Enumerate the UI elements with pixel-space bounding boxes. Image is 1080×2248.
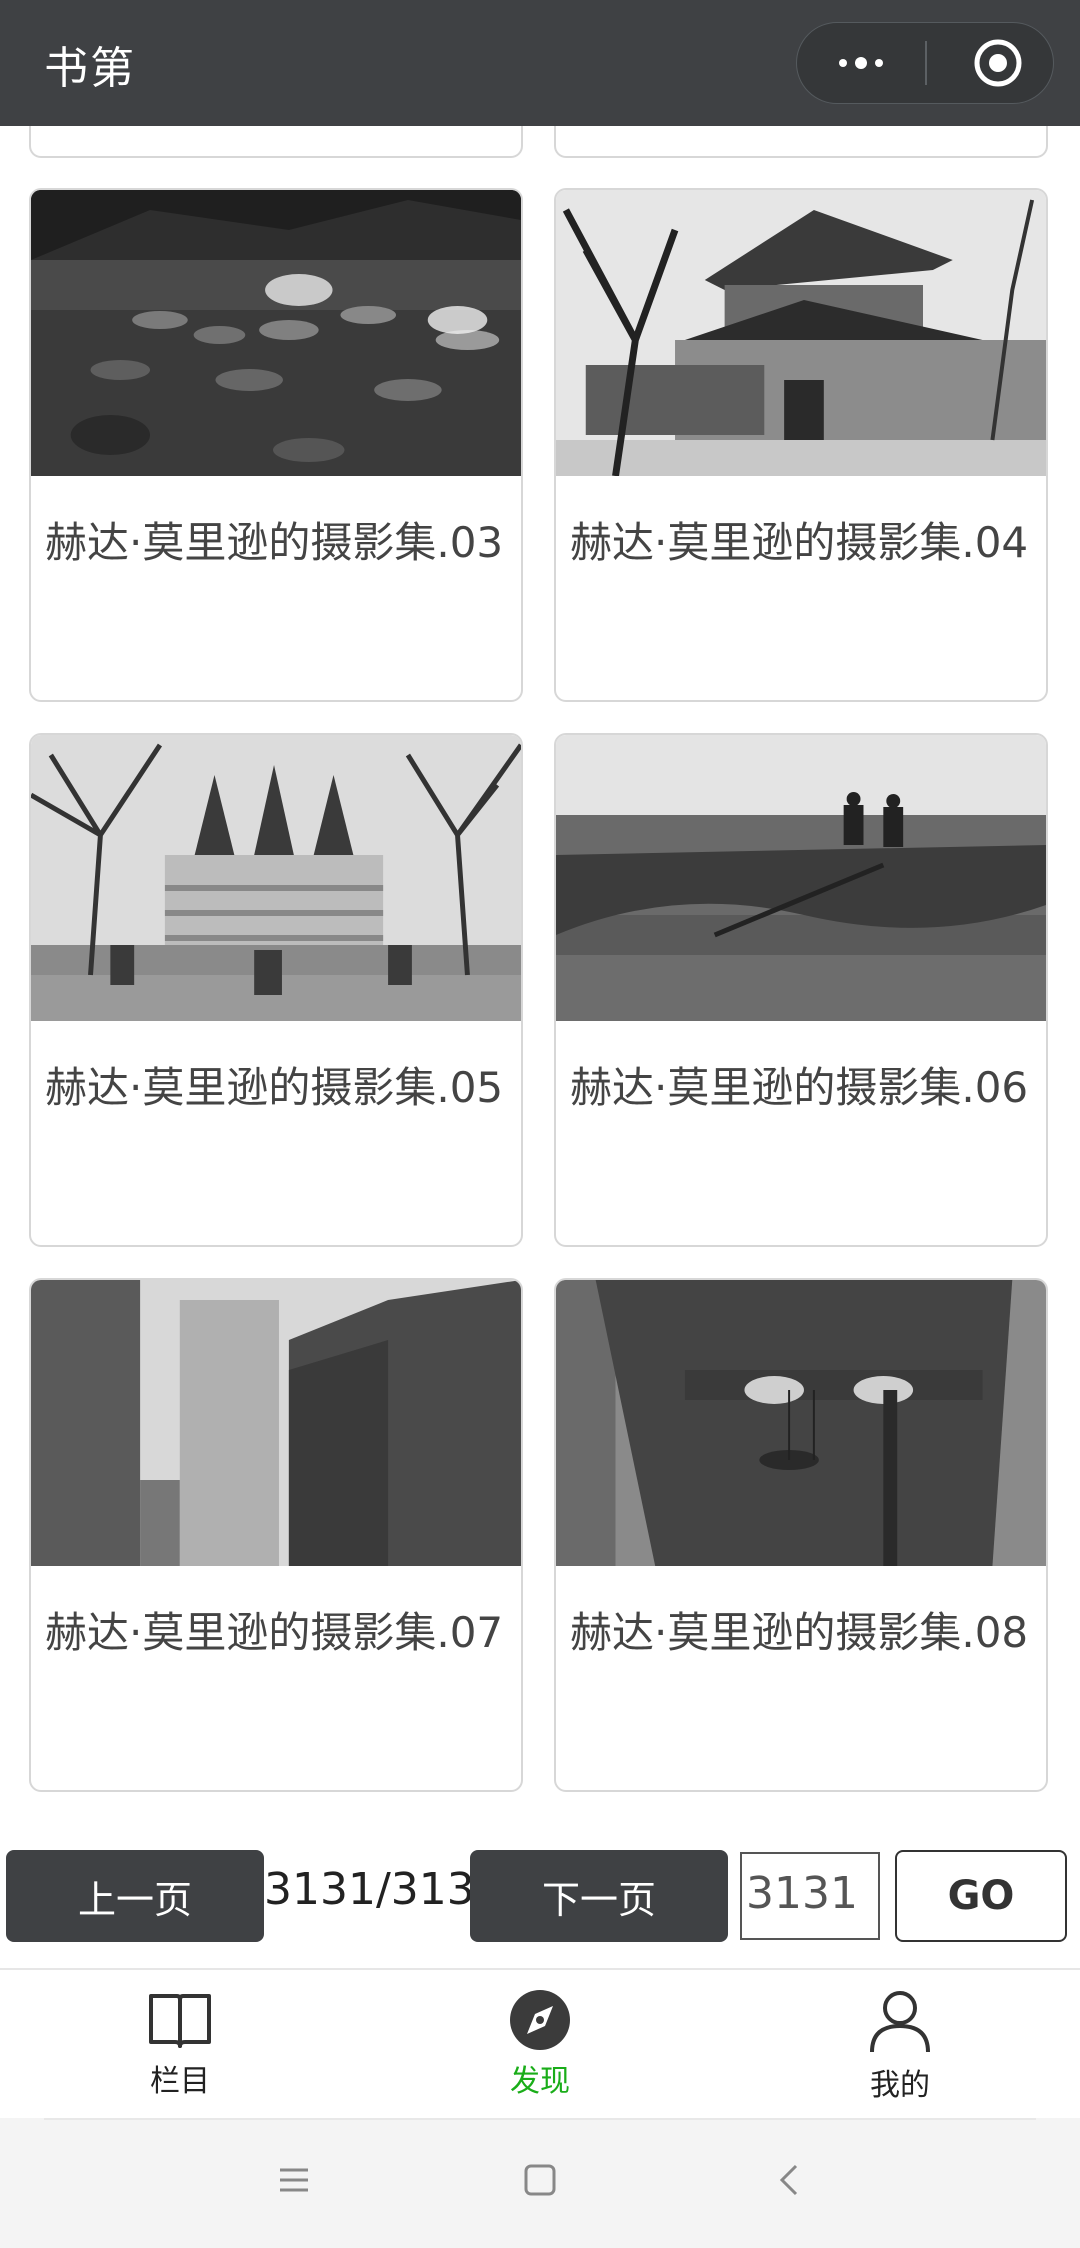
- market-pots-photo: [31, 190, 521, 476]
- album-title: 赫达·莫里逊的摄影集.07: [45, 1608, 504, 1657]
- pavilion-photo: [556, 190, 1046, 476]
- album-card[interactable]: 赫达·莫里逊的摄影集.08: [554, 1278, 1048, 1792]
- page-indicator: 3131/3137: [264, 1864, 476, 1915]
- tab-label: 我的: [870, 2068, 930, 2103]
- album-title: 赫达·莫里逊的摄影集.04: [570, 518, 1029, 567]
- more-dot-icon: [855, 57, 867, 69]
- system-navigation-bar: [0, 2118, 1080, 2248]
- close-target-icon[interactable]: [973, 38, 1023, 88]
- prev-page-button[interactable]: 上一页: [6, 1850, 264, 1942]
- album-card[interactable]: 赫达·莫里逊的摄影集.06: [554, 733, 1048, 1247]
- tab-label: 发现: [510, 2064, 570, 2099]
- album-title: 赫达·莫里逊的摄影集.05: [45, 1063, 504, 1112]
- man-with-scale-photo: [556, 1280, 1046, 1566]
- divider: [44, 2118, 1036, 2120]
- previous-card-bottom[interactable]: [29, 126, 523, 158]
- more-dot-icon: [875, 59, 883, 67]
- tab-discover[interactable]: 发现: [440, 1990, 640, 2110]
- bottom-tab-bar: 栏目 发现 我的: [0, 1968, 1080, 2120]
- album-card[interactable]: 赫达·莫里逊的摄影集.03: [29, 188, 523, 702]
- album-title: 赫达·莫里逊的摄影集.03: [45, 518, 504, 567]
- book-icon: [149, 1994, 211, 2048]
- tab-columns[interactable]: 栏目: [80, 1990, 280, 2110]
- back-chevron-icon[interactable]: [772, 2162, 808, 2198]
- page-title: 书第: [44, 43, 136, 94]
- next-page-button[interactable]: 下一页: [470, 1850, 728, 1942]
- album-card[interactable]: 赫达·莫里逊的摄影集.07: [29, 1278, 523, 1792]
- title-bar: 书第: [0, 0, 1080, 126]
- previous-card-bottom[interactable]: [554, 126, 1048, 158]
- go-button[interactable]: GO: [895, 1850, 1067, 1942]
- album-card[interactable]: 赫达·莫里逊的摄影集.04: [554, 188, 1048, 702]
- alley-tower-photo: [31, 1280, 521, 1566]
- more-menu-button[interactable]: [797, 23, 925, 103]
- menu-icon[interactable]: [276, 2162, 312, 2198]
- album-title: 赫达·莫里逊的摄影集.08: [570, 1608, 1029, 1657]
- user-icon: [870, 1991, 930, 2053]
- album-title: 赫达·莫里逊的摄影集.06: [570, 1063, 1029, 1112]
- tab-label: 栏目: [150, 2064, 210, 2099]
- page-number-input[interactable]: 3131: [740, 1852, 880, 1940]
- album-card[interactable]: 赫达·莫里逊的摄影集.05: [29, 733, 523, 1247]
- compass-icon: [510, 1990, 570, 2050]
- capsule-divider: [925, 41, 927, 85]
- home-square-icon[interactable]: [522, 2162, 558, 2198]
- five-pagoda-temple-photo: [31, 735, 521, 1021]
- field-pond-photo: [556, 735, 1046, 1021]
- tab-mine[interactable]: 我的: [800, 1990, 1000, 2110]
- miniprogram-capsule: [796, 22, 1054, 104]
- pagination-bar: 上一页 3131/3137 下一页 3131 GO: [0, 1846, 1080, 1942]
- more-dot-icon: [839, 59, 847, 67]
